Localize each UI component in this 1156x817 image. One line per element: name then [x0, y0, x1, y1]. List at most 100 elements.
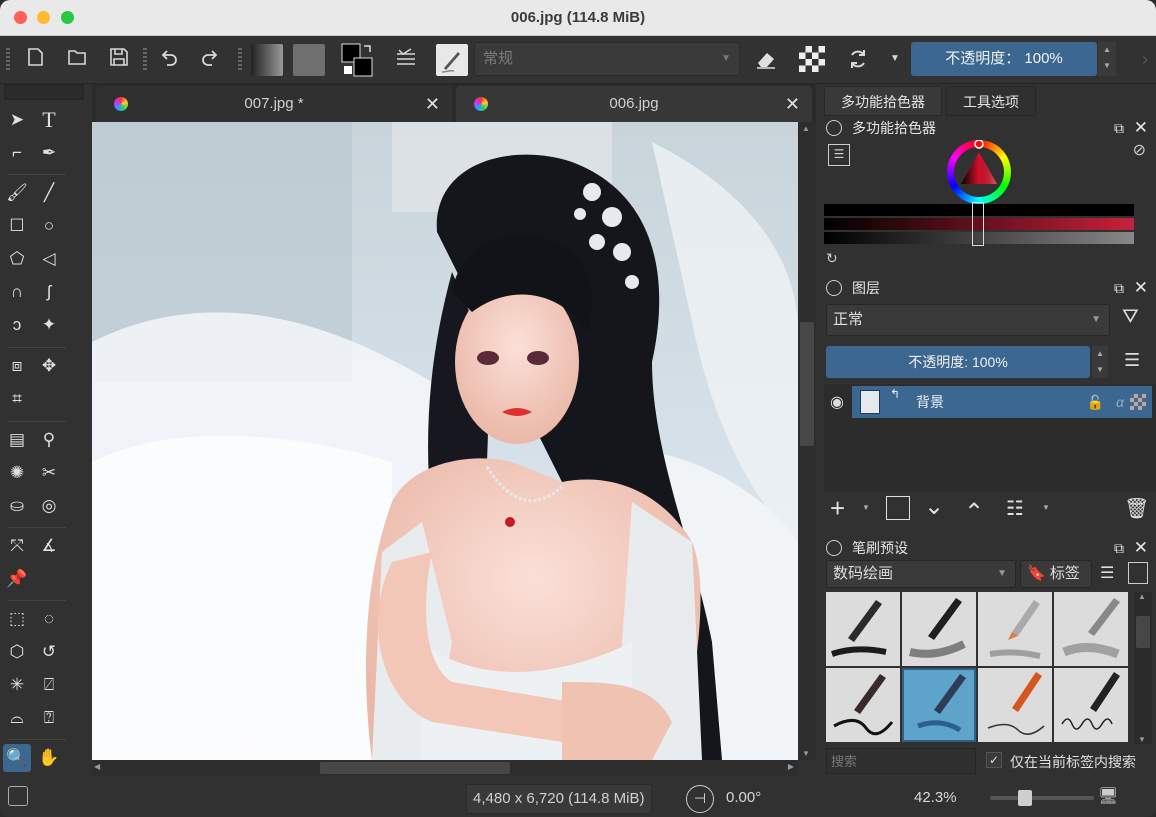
layer-properties-icon[interactable]: ☷: [1006, 496, 1024, 521]
ellipse-select-icon[interactable]: ◌: [35, 605, 63, 633]
move-tool-icon[interactable]: ✥: [35, 352, 63, 380]
pan-hand-icon[interactable]: ✋: [35, 744, 63, 772]
lock-icon[interactable]: 🔓: [1087, 386, 1104, 418]
layer-row-background[interactable]: ↰ 背景 🔓 α: [852, 386, 1152, 418]
scroll-thumb[interactable]: [320, 762, 510, 774]
zoom-tool-icon[interactable]: 🔍: [3, 744, 31, 772]
polyline-tool-icon[interactable]: ◁: [35, 245, 63, 273]
visibility-eye-icon[interactable]: ◉: [830, 392, 844, 412]
selection-indicator-icon[interactable]: [8, 786, 28, 806]
freehand-brush-icon[interactable]: 🖌: [3, 179, 31, 207]
chevron-right-icon[interactable]: ▶: [788, 762, 794, 771]
chevron-down-icon[interactable]: ▼: [862, 503, 870, 512]
brush-preset-item-selected[interactable]: [902, 668, 976, 742]
scroll-thumb[interactable]: [800, 322, 814, 446]
slider-handle[interactable]: [972, 202, 984, 246]
no-color-icon[interactable]: ⊘: [1133, 140, 1146, 160]
assistant-grid-icon[interactable]: ⤧: [3, 532, 31, 560]
enclose-fill-icon[interactable]: ◎: [35, 492, 63, 520]
brush-preset-item[interactable]: [826, 592, 900, 666]
add-layer-icon[interactable]: +: [830, 494, 845, 522]
zoom-slider-handle[interactable]: [1018, 790, 1032, 806]
brush-preset-item[interactable]: [826, 668, 900, 742]
reference-pin-icon[interactable]: 📌: [3, 565, 31, 593]
canvas-horizontal-scrollbar[interactable]: ◀ ▶: [92, 760, 798, 776]
transform-tool-icon[interactable]: ⧈: [3, 352, 31, 380]
rectangle-tool-icon[interactable]: ☐: [3, 212, 31, 240]
move-layer-up-icon[interactable]: ⌃: [964, 498, 984, 527]
chevron-left-icon[interactable]: ◀: [94, 762, 100, 771]
smart-patch-icon[interactable]: ✺: [3, 459, 31, 487]
inherit-alpha-icon[interactable]: [1130, 394, 1146, 410]
fg-bg-color-icon[interactable]: [340, 42, 376, 78]
toolbar-grip[interactable]: [238, 48, 242, 72]
brush-preset-item[interactable]: [902, 592, 976, 666]
tab-007[interactable]: 007.jpg * ✕: [96, 86, 452, 122]
tag-button[interactable]: 🔖 标签: [1020, 560, 1092, 588]
chevron-down-icon[interactable]: ▼: [1138, 735, 1146, 744]
chevron-up-icon[interactable]: ▲: [802, 124, 810, 133]
gradient-tool-icon[interactable]: ▤: [3, 426, 31, 454]
refresh-icon[interactable]: ↻: [826, 250, 838, 267]
toolbar-grip[interactable]: [143, 48, 147, 72]
brush-preset-item[interactable]: [1054, 668, 1128, 742]
chevron-up-icon[interactable]: ▲: [1138, 592, 1146, 601]
bezier-curve-icon[interactable]: ∩: [3, 278, 31, 306]
canvas-vertical-scrollbar[interactable]: ▲ ▼: [798, 122, 816, 760]
crop-tool-icon[interactable]: ⌗: [3, 385, 31, 413]
scroll-thumb[interactable]: [1136, 616, 1150, 648]
move-layer-down-icon[interactable]: ⌄: [924, 492, 944, 521]
text-tool-icon[interactable]: T: [35, 106, 63, 134]
save-icon[interactable]: [106, 46, 132, 72]
measure-tool-icon[interactable]: ∡: [35, 532, 63, 560]
close-icon[interactable]: ✕: [1134, 276, 1148, 300]
rect-select-icon[interactable]: ⬚: [3, 605, 31, 633]
undo-icon[interactable]: [157, 46, 183, 72]
magic-wand-icon[interactable]: ✳: [3, 671, 31, 699]
pen-tool-icon[interactable]: ✒: [35, 139, 63, 167]
freehand-path-icon[interactable]: ʃ: [35, 278, 63, 306]
layer-blend-mode-select[interactable]: 正常 ▼: [826, 304, 1110, 336]
freehand-select-icon[interactable]: ↺: [35, 638, 63, 666]
brush-menu-icon[interactable]: ☰: [1100, 563, 1114, 583]
lock-icon[interactable]: [826, 120, 842, 136]
canvas-image[interactable]: [92, 122, 798, 760]
chevron-down-icon[interactable]: ▼: [802, 749, 810, 758]
chevron-right-icon[interactable]: ›: [1132, 46, 1156, 72]
chevron-down-icon[interactable]: ▼: [882, 46, 908, 72]
delete-layer-icon[interactable]: 🗑: [1124, 496, 1149, 521]
multibrush-icon[interactable]: ✦: [35, 311, 63, 339]
gradient-swatch-icon[interactable]: [251, 44, 283, 76]
brush-preset-icon[interactable]: [436, 44, 468, 76]
brush-scrollbar[interactable]: ▲ ▼: [1134, 592, 1152, 744]
rotation-icon[interactable]: ⊣: [686, 785, 714, 813]
new-document-icon[interactable]: [22, 46, 48, 72]
brush-view-icon[interactable]: [1128, 562, 1148, 584]
float-icon[interactable]: ⧉: [1114, 536, 1124, 560]
search-in-tag-checkbox[interactable]: ✓: [986, 752, 1002, 768]
zoom-slider[interactable]: [990, 790, 1094, 806]
brush-search-input[interactable]: [826, 748, 976, 774]
redo-icon[interactable]: [196, 46, 222, 72]
pattern-swatch-icon[interactable]: [293, 44, 325, 76]
close-icon[interactable]: ✕: [785, 86, 800, 122]
float-icon[interactable]: ⧉: [1114, 116, 1124, 140]
fill-bucket-icon[interactable]: ⛀: [3, 492, 31, 520]
float-icon[interactable]: ⧉: [1114, 276, 1124, 300]
layer-opacity-slider[interactable]: 不透明度: 100%: [826, 346, 1090, 378]
opacity-spinner[interactable]: ▲ ▼: [1092, 346, 1108, 378]
assistant-tool-icon[interactable]: ✂: [35, 459, 63, 487]
polygon-tool-icon[interactable]: ⬠: [3, 245, 31, 273]
chevron-down-icon[interactable]: ▼: [1042, 503, 1050, 512]
reload-icon[interactable]: [845, 46, 871, 72]
layer-menu-icon[interactable]: ☰: [1124, 350, 1140, 371]
dynamic-brush-icon[interactable]: ↄ: [3, 311, 31, 339]
brush-settings-icon[interactable]: [393, 46, 419, 72]
zoom-value[interactable]: 42.3%: [914, 789, 957, 806]
ellipse-tool-icon[interactable]: ○: [35, 212, 63, 240]
close-icon[interactable]: ✕: [1134, 116, 1148, 140]
tab-color-selector[interactable]: 多功能拾色器: [824, 86, 942, 116]
brush-preset-item[interactable]: [1054, 592, 1128, 666]
tab-tool-options[interactable]: 工具选项: [946, 86, 1036, 116]
color-picker-icon[interactable]: ⚲: [35, 426, 63, 454]
